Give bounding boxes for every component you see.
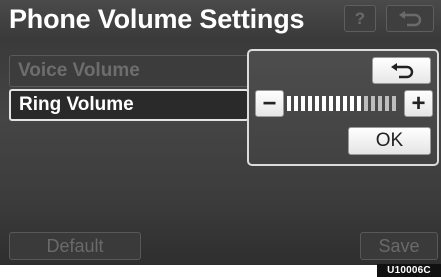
figure-code-label: U10006C [377,264,441,277]
panel-back-button[interactable] [372,57,431,84]
volume-segment [378,96,382,111]
save-label: Save [378,235,420,256]
voice-volume-label: Voice Volume [18,60,140,81]
volume-segment [315,96,319,111]
phone-volume-settings-screen: Phone Volume Settings ? Voice Volume Rin… [0,0,441,265]
volume-segment [371,96,375,111]
help-label: ? [354,8,366,28]
volume-segment [322,96,326,111]
back-arrow-icon [390,62,414,79]
ring-volume-item[interactable]: Ring Volume [9,89,249,121]
volume-segment [294,96,298,111]
volume-segment [336,96,340,111]
minus-label: − [262,89,277,117]
ok-button[interactable]: OK [348,127,431,155]
volume-segment [385,96,389,111]
volume-segment [308,96,312,111]
ring-volume-label: Ring Volume [19,94,134,115]
volume-up-button[interactable]: + [404,90,433,117]
default-button[interactable]: Default [9,232,141,260]
help-button[interactable]: ? [344,5,376,32]
volume-segment [329,96,333,111]
volume-segment [364,96,368,111]
ok-label: OK [375,130,404,151]
volume-segment [357,96,361,111]
volume-segment [350,96,354,111]
page-title: Phone Volume Settings [9,4,305,34]
default-label: Default [46,235,104,256]
volume-level-bar[interactable] [287,95,401,112]
back-arrow-icon [398,10,422,27]
volume-segment [287,96,291,111]
header-back-button[interactable] [386,5,434,32]
save-button[interactable]: Save [360,232,438,260]
volume-segment [301,96,305,111]
volume-segment [392,96,396,111]
volume-segment [343,96,347,111]
voice-volume-item[interactable]: Voice Volume [9,55,249,87]
plus-label: + [411,89,426,117]
volume-down-button[interactable]: − [255,90,284,117]
